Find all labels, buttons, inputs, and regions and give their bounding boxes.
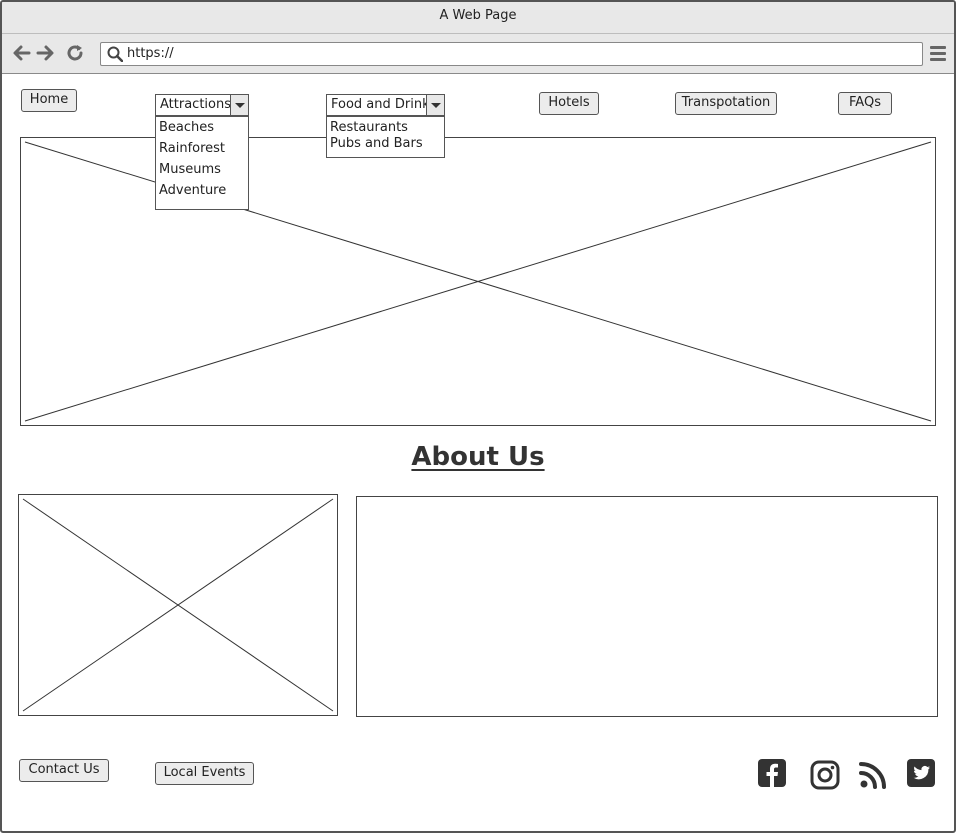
about-us-title: About Us: [411, 442, 545, 472]
food-drink-menu: Restaurants Pubs and Bars: [326, 116, 445, 158]
chevron-down-icon[interactable]: [426, 95, 444, 115]
about-image-placeholder: [18, 494, 338, 716]
hamburger-menu-icon[interactable]: [930, 46, 946, 62]
menu-item-pubs-and-bars[interactable]: Pubs and Bars: [327, 136, 444, 152]
url-text: https://: [127, 46, 174, 61]
twitter-icon[interactable]: [906, 758, 936, 788]
facebook-icon[interactable]: [757, 758, 787, 788]
about-text-box: [356, 496, 938, 717]
window-titlebar: A Web Page: [2, 2, 954, 34]
browser-toolbar: https://: [2, 34, 954, 74]
faqs-button[interactable]: FAQs: [838, 92, 892, 115]
reload-icon[interactable]: [64, 42, 86, 64]
address-bar[interactable]: https://: [100, 42, 923, 66]
menu-item-beaches[interactable]: Beaches: [156, 120, 248, 141]
contact-us-button[interactable]: Contact Us: [19, 759, 109, 782]
forward-arrow-icon[interactable]: [35, 42, 57, 64]
rss-icon[interactable]: [858, 760, 888, 790]
menu-item-restaurants[interactable]: Restaurants: [327, 120, 444, 136]
local-events-button[interactable]: Local Events: [155, 762, 254, 785]
window-title: A Web Page: [439, 8, 517, 23]
chevron-down-icon[interactable]: [230, 95, 248, 115]
menu-item-museums[interactable]: Museums: [156, 162, 248, 183]
about-us-heading: About Us: [2, 442, 954, 472]
browser-window: A Web Page https:// Home Attractions Bea…: [0, 0, 956, 833]
menu-item-rainforest[interactable]: Rainforest: [156, 141, 248, 162]
search-icon: [107, 46, 124, 66]
hotels-button[interactable]: Hotels: [539, 92, 599, 115]
food-drink-dropdown-label: Food and Drink: [331, 97, 430, 112]
transportation-button[interactable]: Transpotation: [675, 92, 777, 115]
food-drink-dropdown[interactable]: Food and Drink: [326, 94, 445, 116]
back-arrow-icon[interactable]: [10, 42, 32, 64]
instagram-icon[interactable]: [810, 760, 840, 790]
attractions-menu: Beaches Rainforest Museums Adventure: [155, 116, 249, 210]
attractions-dropdown[interactable]: Attractions: [155, 94, 249, 116]
attractions-dropdown-label: Attractions: [160, 97, 231, 112]
menu-item-adventure[interactable]: Adventure: [156, 183, 248, 204]
home-button[interactable]: Home: [21, 89, 77, 112]
